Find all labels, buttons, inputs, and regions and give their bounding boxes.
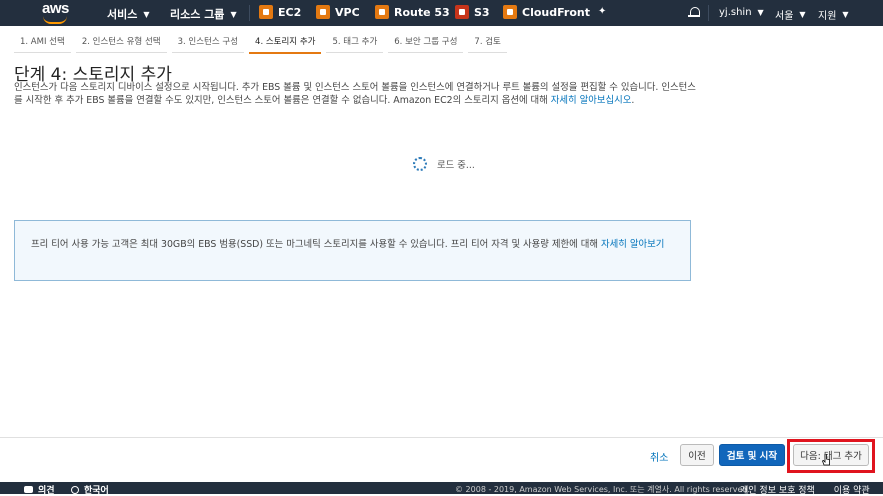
vpc-icon (316, 5, 330, 19)
language-selector[interactable]: 한국어 (71, 483, 109, 496)
service-label: S3 (474, 5, 490, 19)
chevron-down-icon: ▼ (757, 8, 764, 17)
free-tier-info-box: 프리 티어 사용 가능 고객은 최대 30GB의 EBS 범용(SSD) 또는 … (14, 220, 691, 281)
review-and-launch-button[interactable]: 검토 및 시작 (719, 444, 785, 466)
page-description: 인스턴스가 다음 스토리지 디바이스 설정으로 시작됩니다. 추가 EBS 볼륨… (14, 81, 704, 108)
account-menu[interactable]: yj.shin ▼ (719, 7, 764, 18)
loading-text: 로드 중... (437, 160, 475, 171)
tab-add-tags[interactable]: 5. 태그 추가 (326, 35, 384, 53)
divider (0, 437, 883, 438)
service-shortcut-ec2[interactable]: EC2 (259, 5, 301, 19)
privacy-policy-link[interactable]: 개인 정보 보호 정책 (740, 486, 815, 496)
chat-bubble-icon (24, 486, 33, 493)
support-label: 지원 (818, 11, 837, 22)
service-label: VPC (335, 5, 360, 19)
cloudfront-icon (503, 5, 517, 19)
username: yj.shin (719, 7, 752, 18)
service-label: CloudFront (522, 5, 590, 19)
feedback-label: 의견 (38, 486, 55, 496)
s3-icon (455, 5, 469, 19)
info-text: 프리 티어 사용 가능 고객은 최대 30GB의 EBS 범용(SSD) 또는 … (31, 239, 601, 250)
divider (249, 5, 250, 21)
region-label: 서울 (775, 11, 794, 22)
terms-link[interactable]: 이용 약관 (834, 486, 870, 496)
previous-button[interactable]: 이전 (680, 444, 714, 466)
service-shortcut-cloudfront[interactable]: CloudFront (503, 5, 590, 19)
aws-logo[interactable]: aws (42, 0, 70, 24)
loading-indicator: 로드 중... (413, 157, 475, 171)
top-navigation: aws 서비스 ▼ 리소스 그룹 ▼ EC2 VPC Route 53 S3 Clo… (0, 0, 883, 26)
aws-logo-text: aws (42, 0, 69, 17)
support-menu[interactable]: 지원 ▼ (818, 7, 849, 22)
feedback-link[interactable]: 의견 (24, 483, 55, 496)
divider (708, 5, 709, 21)
chevron-down-icon: ▼ (799, 10, 806, 19)
hand-cursor-icon (822, 454, 830, 466)
tab-configure-instance[interactable]: 3. 인스턴스 구성 (171, 35, 245, 53)
service-label: Route 53 (394, 5, 450, 19)
service-shortcut-s3[interactable]: S3 (455, 5, 490, 19)
tab-instance-type[interactable]: 2. 인스턴스 유형 선택 (75, 35, 167, 53)
aws-smile-icon (43, 16, 67, 24)
highlight-box (787, 439, 875, 473)
copyright-text: © 2008 - 2019, Amazon Web Services, Inc.… (455, 485, 751, 494)
bell-icon[interactable] (688, 7, 700, 17)
service-shortcut-vpc[interactable]: VPC (316, 5, 360, 19)
chevron-down-icon: ▼ (143, 9, 150, 19)
cancel-button[interactable]: 취소 (650, 449, 668, 464)
spinner-icon (413, 157, 427, 171)
wizard-steps: 1. AMI 선택 2. 인스턴스 유형 선택 3. 인스턴스 구성 4. 스토… (14, 35, 512, 54)
ec2-icon (259, 5, 273, 19)
service-shortcut-route53[interactable]: Route 53 (375, 5, 450, 19)
learn-more-link[interactable]: 자세히 알아보십시오 (551, 95, 632, 106)
route53-icon (375, 5, 389, 19)
region-menu[interactable]: 서울 ▼ (775, 7, 806, 22)
footer-links: 개인 정보 보호 정책 이용 약관 (740, 483, 870, 496)
info-learn-more-link[interactable]: 자세히 알아보기 (601, 239, 664, 250)
tab-security-group[interactable]: 6. 보안 그룹 구성 (388, 35, 464, 53)
resource-groups-label: 리소스 그룹 (170, 8, 225, 21)
footer: 의견 한국어 © 2008 - 2019, Amazon Web Service… (0, 482, 883, 496)
tab-ami[interactable]: 1. AMI 선택 (14, 35, 71, 53)
tab-add-storage[interactable]: 4. 스토리지 추가 (249, 35, 322, 54)
resource-groups-menu[interactable]: 리소스 그룹 ▼ (170, 6, 237, 22)
pin-icon[interactable]: ✦ (598, 6, 606, 17)
globe-icon (71, 485, 79, 494)
language-label: 한국어 (84, 486, 109, 496)
service-label: EC2 (278, 5, 302, 19)
description-period: . (631, 95, 635, 107)
services-menu-label: 서비스 (107, 8, 138, 21)
tab-review[interactable]: 7. 검토 (468, 35, 507, 53)
services-menu[interactable]: 서비스 ▼ (107, 6, 150, 22)
chevron-down-icon: ▼ (842, 10, 849, 19)
chevron-down-icon: ▼ (230, 9, 237, 19)
